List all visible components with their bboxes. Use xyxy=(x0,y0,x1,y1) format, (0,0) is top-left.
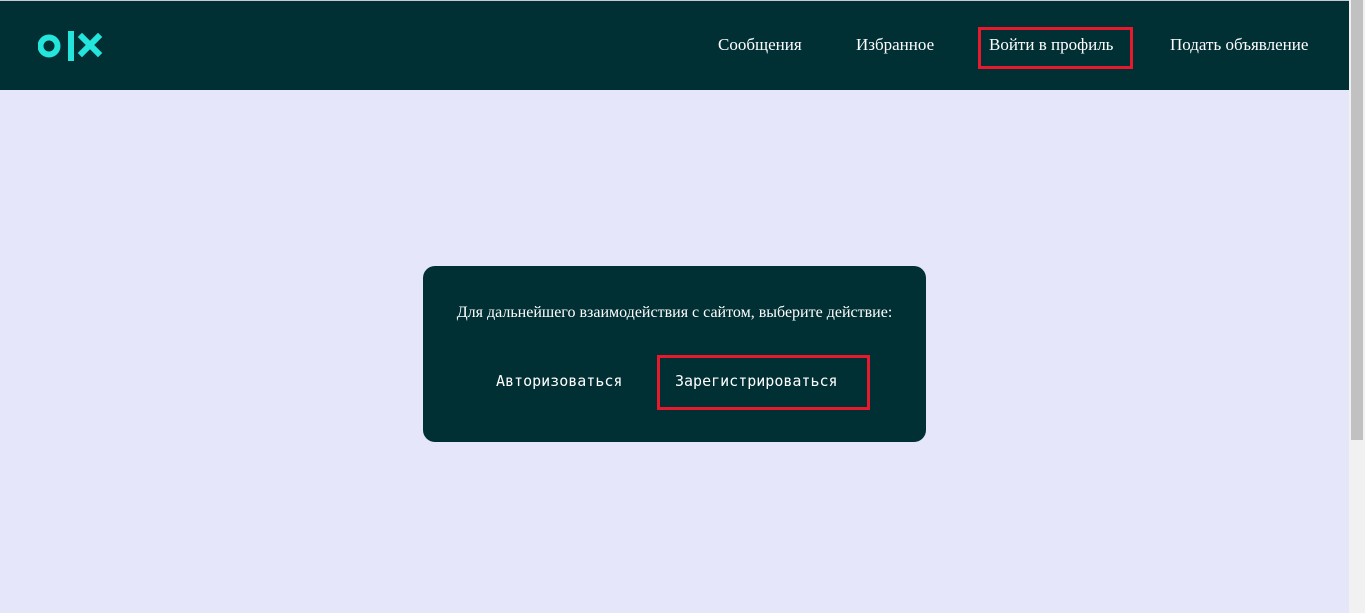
olx-logo[interactable] xyxy=(38,28,104,64)
nav-favorites[interactable]: Избранное xyxy=(856,34,934,56)
scrollbar-thumb[interactable] xyxy=(1351,0,1363,440)
page: Сообщения Избранное Войти в профиль Пода… xyxy=(0,0,1349,613)
register-button[interactable]: Зарегистрироваться xyxy=(675,372,838,390)
dialog-message: Для дальнейшего взаимодействия с сайтом,… xyxy=(456,304,893,321)
nav-post-ad[interactable]: Подать объявление xyxy=(1170,34,1308,56)
action-dialog: Для дальнейшего взаимодействия с сайтом,… xyxy=(423,266,926,442)
authorize-button[interactable]: Авторизоваться xyxy=(496,372,622,390)
vertical-scrollbar[interactable] xyxy=(1349,0,1365,613)
nav-login[interactable]: Войти в профиль xyxy=(989,34,1113,56)
nav-messages[interactable]: Сообщения xyxy=(718,34,802,56)
header: Сообщения Избранное Войти в профиль Пода… xyxy=(0,1,1349,90)
